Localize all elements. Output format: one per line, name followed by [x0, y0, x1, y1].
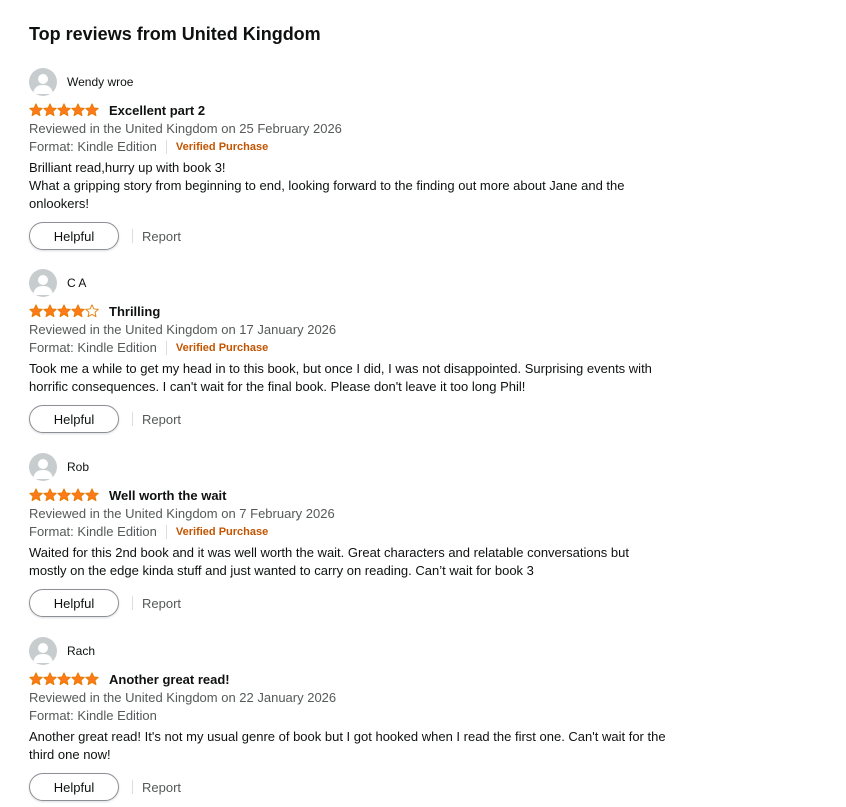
review-date: Reviewed in the United Kingdom on 17 Jan…: [29, 322, 337, 337]
star-filled-icon: [29, 488, 43, 502]
review-body-line: Brilliant read,hurry up with book 3!: [29, 160, 226, 175]
reviewer-name: Rach: [67, 644, 96, 658]
star-filled-icon: [85, 672, 99, 686]
helpful-button[interactable]: Helpful: [29, 405, 119, 433]
review-format[interactable]: Format: Kindle Edition: [29, 339, 157, 357]
review-title[interactable]: Well worth the wait: [109, 488, 227, 503]
helpful-button[interactable]: Helpful: [29, 222, 119, 250]
star-filled-icon: [43, 488, 57, 502]
divider: [132, 780, 133, 794]
review-card: Rach Another great read! Reviewed in the…: [29, 637, 669, 801]
star-filled-icon: [43, 672, 57, 686]
review-body-line: What a gripping story from beginning to …: [29, 178, 625, 211]
report-link[interactable]: Report: [142, 412, 181, 427]
review-body: Waited for this 2nd book and it was well…: [29, 544, 669, 580]
star-filled-icon: [57, 672, 71, 686]
review-card: Wendy wroe Excellent part 2 Reviewed in …: [29, 68, 669, 250]
avatar-icon: [29, 637, 57, 665]
divider: [165, 140, 167, 154]
section-heading: Top reviews from United Kingdom: [29, 24, 321, 44]
helpful-button[interactable]: Helpful: [29, 589, 119, 617]
helpful-button[interactable]: Helpful: [29, 773, 119, 801]
star-rating[interactable]: [29, 103, 101, 117]
divider: [132, 412, 133, 426]
reviewer-name: C A: [67, 276, 87, 290]
star-filled-icon: [29, 672, 43, 686]
review-body: Took me a while to get my head in to thi…: [29, 360, 669, 396]
verified-purchase-badge: Verified Purchase: [175, 141, 269, 153]
star-filled-icon: [85, 103, 99, 117]
review-body: Brilliant read,hurry up with book 3! Wha…: [29, 159, 669, 213]
divider: [132, 596, 133, 610]
review-title[interactable]: Another great read!: [109, 672, 230, 687]
divider: [165, 525, 167, 539]
star-rating[interactable]: [29, 304, 101, 318]
review-date: Reviewed in the United Kingdom on 25 Feb…: [29, 121, 342, 136]
review-card: Rob Well worth the wait Reviewed in the …: [29, 453, 669, 617]
reviewer-profile[interactable]: C A: [29, 269, 669, 297]
review-title[interactable]: Excellent part 2: [109, 103, 205, 118]
review-body-line: Waited for this 2nd book and it was well…: [29, 545, 629, 578]
reviewer-profile[interactable]: Rach: [29, 637, 669, 665]
reviewer-profile[interactable]: Wendy wroe: [29, 68, 669, 96]
review-title[interactable]: Thrilling: [109, 304, 160, 319]
review-body: Another great read! It's not my usual ge…: [29, 728, 669, 764]
avatar-icon: [29, 68, 57, 96]
reviewer-name: Wendy wroe: [67, 75, 134, 89]
star-rating[interactable]: [29, 488, 101, 502]
reviewer-profile[interactable]: Rob: [29, 453, 669, 481]
reviewer-name: Rob: [67, 460, 90, 474]
star-filled-icon: [71, 304, 85, 318]
star-empty-icon: [85, 304, 99, 318]
star-filled-icon: [29, 304, 43, 318]
report-link[interactable]: Report: [142, 780, 181, 795]
report-link[interactable]: Report: [142, 596, 181, 611]
review-card: C A Thrilling Reviewed in the United Kin…: [29, 269, 669, 433]
star-filled-icon: [43, 304, 57, 318]
review-body-line: Took me a while to get my head in to thi…: [29, 361, 652, 394]
reviews-page: Top reviews from United Kingdom Wendy wr…: [0, 0, 846, 807]
review-format[interactable]: Format: Kindle Edition: [29, 523, 157, 541]
verified-purchase-badge: Verified Purchase: [175, 342, 269, 354]
review-format[interactable]: Format: Kindle Edition: [29, 138, 157, 156]
star-filled-icon: [71, 103, 85, 117]
divider: [165, 341, 167, 355]
star-rating[interactable]: [29, 672, 101, 686]
avatar-icon: [29, 453, 57, 481]
star-filled-icon: [85, 488, 99, 502]
review-body-line: Another great read! It's not my usual ge…: [29, 729, 666, 762]
star-filled-icon: [71, 488, 85, 502]
review-date: Reviewed in the United Kingdom on 7 Febr…: [29, 506, 335, 521]
star-filled-icon: [43, 103, 57, 117]
review-date: Reviewed in the United Kingdom on 22 Jan…: [29, 690, 337, 705]
avatar-icon: [29, 269, 57, 297]
star-filled-icon: [57, 488, 71, 502]
star-filled-icon: [57, 304, 71, 318]
divider: [132, 229, 133, 243]
star-filled-icon: [29, 103, 43, 117]
star-filled-icon: [57, 103, 71, 117]
verified-purchase-badge: Verified Purchase: [175, 526, 269, 538]
report-link[interactable]: Report: [142, 229, 181, 244]
review-format[interactable]: Format: Kindle Edition: [29, 707, 157, 725]
star-filled-icon: [71, 672, 85, 686]
